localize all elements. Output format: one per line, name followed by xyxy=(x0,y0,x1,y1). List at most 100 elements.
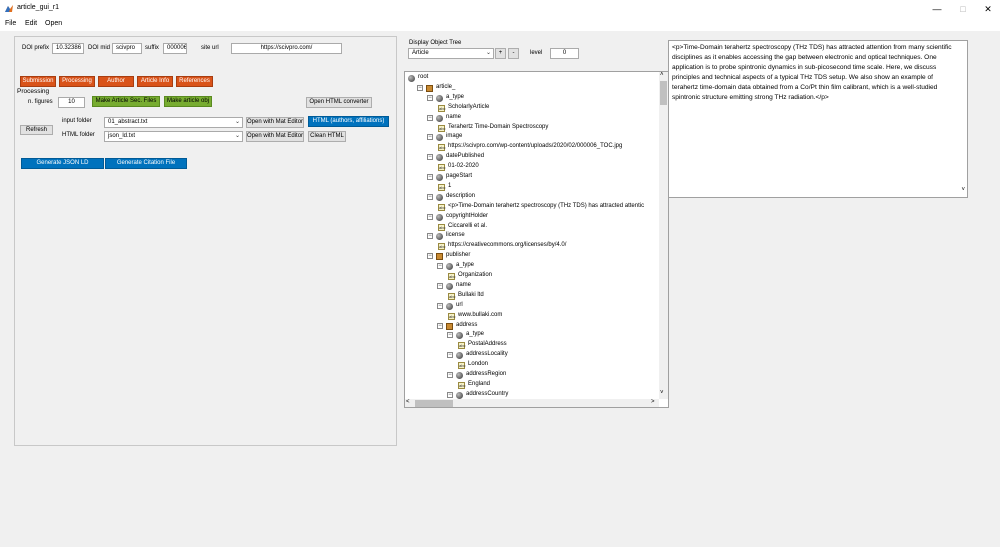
scroll-up-icon[interactable]: ˄ xyxy=(660,72,664,78)
processing-section-label: Processing xyxy=(17,88,50,95)
tree-collapse-toggle[interactable]: − xyxy=(427,134,433,141)
refresh-button[interactable]: Refresh xyxy=(20,125,53,135)
open-mat-editor-button-2[interactable]: Open with Mat Editor xyxy=(246,131,304,142)
tree-node-label[interactable]: ScholarlyArticle xyxy=(448,104,489,110)
n-figures-field[interactable]: 10 xyxy=(58,97,85,108)
tree-node-label[interactable]: name xyxy=(446,114,461,120)
tree-node-label[interactable]: https://scivpro.com/wp-content/uploads/2… xyxy=(448,143,622,149)
menu-open[interactable]: Open xyxy=(45,20,62,27)
tree-node-label[interactable]: PostalAddress xyxy=(468,341,507,347)
tab-article-info[interactable]: Article Info xyxy=(137,76,173,87)
tree-node-label[interactable]: addressCountry xyxy=(466,391,508,397)
tree-node-label[interactable]: 01-02-2020 xyxy=(448,163,479,169)
tree-node-label[interactable]: a_type xyxy=(466,331,484,337)
tree-node-label[interactable]: address xyxy=(456,322,477,328)
clean-html-button[interactable]: Clean HTML xyxy=(308,131,346,142)
menu-edit[interactable]: Edit xyxy=(25,20,37,27)
tree-collapse-toggle[interactable]: − xyxy=(427,253,433,260)
tree-node-label[interactable]: pageStart xyxy=(446,173,472,179)
tree-plus-button[interactable]: + xyxy=(495,48,506,59)
tree-node-label[interactable]: a_type xyxy=(456,262,474,268)
string-value-icon: abc xyxy=(438,164,446,172)
tab-processing[interactable]: Processing xyxy=(59,76,95,87)
tree-node-label[interactable]: <p>Time-Domain terahertz spectroscopy (T… xyxy=(448,203,644,209)
tree-node-label[interactable]: description xyxy=(446,193,475,199)
generate-citation-file-button[interactable]: Generate Citation File xyxy=(105,158,187,169)
tree-node-label[interactable]: license xyxy=(446,232,465,238)
tree-collapse-toggle[interactable]: − xyxy=(427,94,433,101)
tree-vertical-scrollbar[interactable]: ˄ ˅ xyxy=(659,72,668,399)
tree-node-label[interactable]: article_ xyxy=(436,84,455,90)
tab-references[interactable]: References xyxy=(176,76,213,87)
tree-node-label[interactable]: publisher xyxy=(446,252,470,258)
generate-json-ld-button[interactable]: Generate JSON LD xyxy=(21,158,104,169)
tree-node-label[interactable]: copyrightHolder xyxy=(446,213,488,219)
object-node-icon xyxy=(456,372,463,379)
tree-node-label[interactable]: root xyxy=(418,74,428,80)
doi-mid-field[interactable]: scivpro xyxy=(112,43,142,54)
html-folder-label: HTML folder xyxy=(62,132,95,138)
tree-collapse-toggle[interactable]: − xyxy=(437,282,443,289)
matlab-app-icon xyxy=(5,5,13,12)
tree-collapse-toggle[interactable]: − xyxy=(427,213,433,220)
tree-collapse-toggle[interactable]: − xyxy=(427,174,433,180)
tree-collapse-toggle[interactable]: − xyxy=(427,233,433,240)
tree-collapse-toggle[interactable]: − xyxy=(417,84,423,91)
tree-collapse-toggle[interactable]: − xyxy=(437,263,443,270)
open-html-converter-button[interactable]: Open HTML converter xyxy=(306,97,372,108)
scroll-left-icon[interactable]: ˂ xyxy=(406,399,410,405)
tree-minus-button[interactable]: - xyxy=(508,48,519,59)
tree-type-dropdown[interactable]: Article ⌄ xyxy=(408,48,494,59)
tab-submission[interactable]: Submission xyxy=(20,76,56,87)
tree-node-label[interactable]: 1 xyxy=(448,183,451,189)
tree-collapse-toggle[interactable]: − xyxy=(427,114,433,121)
tree-collapse-toggle[interactable]: − xyxy=(447,391,453,398)
tree-horizontal-scrollbar[interactable]: ˂ ˃ xyxy=(405,399,659,407)
tree-vscroll-thumb[interactable] xyxy=(660,81,667,105)
maximize-button[interactable]: □ xyxy=(956,3,970,15)
description-textbox[interactable]: <p>Time-Domain terahertz spectroscopy (T… xyxy=(668,40,968,198)
open-mat-editor-button-1[interactable]: Open with Mat Editor xyxy=(246,117,304,128)
tree-hscroll-thumb[interactable] xyxy=(415,400,453,407)
html-folder-dropdown[interactable]: json_ld.txt ⌄ xyxy=(104,131,243,142)
level-field[interactable]: 0 xyxy=(550,48,579,59)
tree-node-label[interactable]: a_type xyxy=(446,94,464,100)
tree-collapse-toggle[interactable]: − xyxy=(427,154,433,161)
tree-node-label[interactable]: addressRegion xyxy=(466,371,506,377)
tree-node-label[interactable]: image xyxy=(446,133,462,139)
object-tree[interactable]: root − article_ − a_type abc ScholarlyArticle −… xyxy=(404,71,669,408)
tree-node-label[interactable]: Terahertz Time-Domain Spectroscopy xyxy=(448,124,548,130)
scroll-down-icon[interactable]: ˅ xyxy=(660,390,664,396)
minimize-button[interactable]: — xyxy=(930,3,944,15)
tree-collapse-toggle[interactable]: − xyxy=(447,372,453,378)
tree-collapse-toggle[interactable]: − xyxy=(437,322,443,329)
textbox-scroll-down-icon[interactable]: ˅ xyxy=(961,186,965,196)
scroll-right-icon[interactable]: ˃ xyxy=(651,399,655,405)
tree-node-label[interactable]: Ciccarelli et al. xyxy=(448,223,487,229)
tree-node-label[interactable]: url xyxy=(456,302,463,308)
site-url-field[interactable]: https://scivpro.com/ xyxy=(231,43,342,54)
tree-node-label[interactable]: datePublished xyxy=(446,153,484,159)
tree-node-label[interactable]: Bullaki ltd xyxy=(458,292,484,298)
menu-file[interactable]: File xyxy=(5,20,16,27)
tree-node-label[interactable]: www.bullaki.com xyxy=(458,312,502,318)
tree-node-label[interactable]: England xyxy=(468,381,490,387)
tree-node-label[interactable]: https://creativecommons.org/licenses/by/… xyxy=(448,242,566,248)
tree-collapse-toggle[interactable]: − xyxy=(447,332,453,339)
tree-collapse-toggle[interactable]: − xyxy=(437,302,443,309)
tab-author[interactable]: Author xyxy=(98,76,134,87)
tree-collapse-toggle[interactable]: − xyxy=(447,352,453,359)
suffix-field[interactable]: 000006 xyxy=(163,43,187,54)
tree-node-label[interactable]: name xyxy=(456,282,471,288)
tree-collapse-toggle[interactable]: − xyxy=(427,193,433,200)
input-folder-dropdown[interactable]: 01_abstract.txt ⌄ xyxy=(104,117,243,128)
tree-node-label[interactable]: addressLocality xyxy=(466,351,508,357)
tree-node-label[interactable]: Organization xyxy=(458,272,492,278)
html-authors-affiliations-button[interactable]: HTML (authors, affiliations) xyxy=(308,116,389,127)
close-button[interactable]: ✕ xyxy=(981,3,995,15)
tree-node-label[interactable]: London xyxy=(468,361,488,367)
make-article-sec-files-button[interactable]: Make Article Sec. Files xyxy=(92,96,160,107)
string-value-icon: abc xyxy=(438,243,446,251)
doi-prefix-field[interactable]: 10.32386 xyxy=(52,43,84,54)
make-article-obj-button[interactable]: Make article obj xyxy=(164,96,212,107)
